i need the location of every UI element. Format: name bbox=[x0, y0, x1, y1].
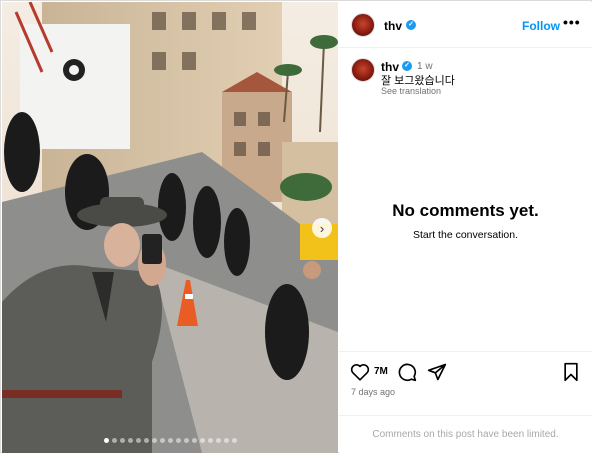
carousel-dot bbox=[215, 438, 221, 443]
photo-illustration bbox=[2, 2, 338, 453]
post-sidebar: thv ✓ Follow ••• thv ✓ 1 w 잘 보그왔습니다 See … bbox=[339, 2, 592, 453]
posted-time[interactable]: 7 days ago bbox=[351, 387, 395, 397]
comments-limited-notice: Comments on this post have been limited. bbox=[372, 429, 559, 440]
likes-count[interactable]: 7M bbox=[374, 366, 388, 377]
share-icon[interactable] bbox=[427, 362, 447, 382]
comment-icon[interactable] bbox=[397, 362, 417, 382]
caption-verified-badge-icon: ✓ bbox=[402, 61, 412, 71]
comment-input-area: Comments on this post have been limited. bbox=[339, 415, 592, 454]
carousel-dot bbox=[175, 438, 181, 443]
carousel-dot bbox=[135, 438, 141, 443]
post-photo: › bbox=[2, 2, 338, 453]
post-dialog: › thv ✓ Follow ••• thv ✓ 1 w 잘 보그왔습니다 Se… bbox=[0, 0, 592, 453]
start-conversation-text: Start the conversation. bbox=[412, 229, 519, 241]
caption-avatar[interactable] bbox=[351, 58, 375, 82]
carousel-dot bbox=[207, 438, 213, 443]
follow-button[interactable]: Follow bbox=[522, 19, 560, 33]
carousel-dot bbox=[183, 438, 189, 443]
carousel-dot bbox=[199, 438, 205, 443]
verified-badge-icon: ✓ bbox=[406, 20, 416, 30]
see-translation-link[interactable]: See translation bbox=[381, 86, 441, 96]
bookmark-icon[interactable] bbox=[562, 362, 580, 382]
carousel-dot bbox=[223, 438, 229, 443]
carousel-dot bbox=[231, 438, 237, 443]
heart-icon[interactable] bbox=[350, 363, 370, 381]
carousel-dot bbox=[159, 438, 165, 443]
carousel-indicator bbox=[2, 438, 338, 443]
chevron-right-icon: › bbox=[319, 220, 325, 236]
carousel-next-button[interactable]: › bbox=[312, 218, 332, 238]
caption-timestamp[interactable]: 1 w bbox=[417, 61, 433, 72]
carousel-dot bbox=[151, 438, 157, 443]
carousel-dot bbox=[111, 438, 117, 443]
no-comments-title: No comments yet. bbox=[392, 201, 539, 220]
more-options-icon[interactable]: ••• bbox=[563, 14, 581, 30]
username-link[interactable]: thv bbox=[384, 19, 402, 33]
carousel-dot bbox=[167, 438, 173, 443]
action-bar: 7M 7 days ago Comments on this post have… bbox=[339, 351, 592, 453]
avatar[interactable] bbox=[351, 13, 375, 37]
carousel-dot bbox=[127, 438, 133, 443]
carousel-dot bbox=[143, 438, 149, 443]
carousel-dot bbox=[103, 438, 109, 443]
carousel-dot bbox=[191, 438, 197, 443]
carousel-dot bbox=[119, 438, 125, 443]
post-header: thv ✓ Follow ••• bbox=[339, 2, 592, 48]
